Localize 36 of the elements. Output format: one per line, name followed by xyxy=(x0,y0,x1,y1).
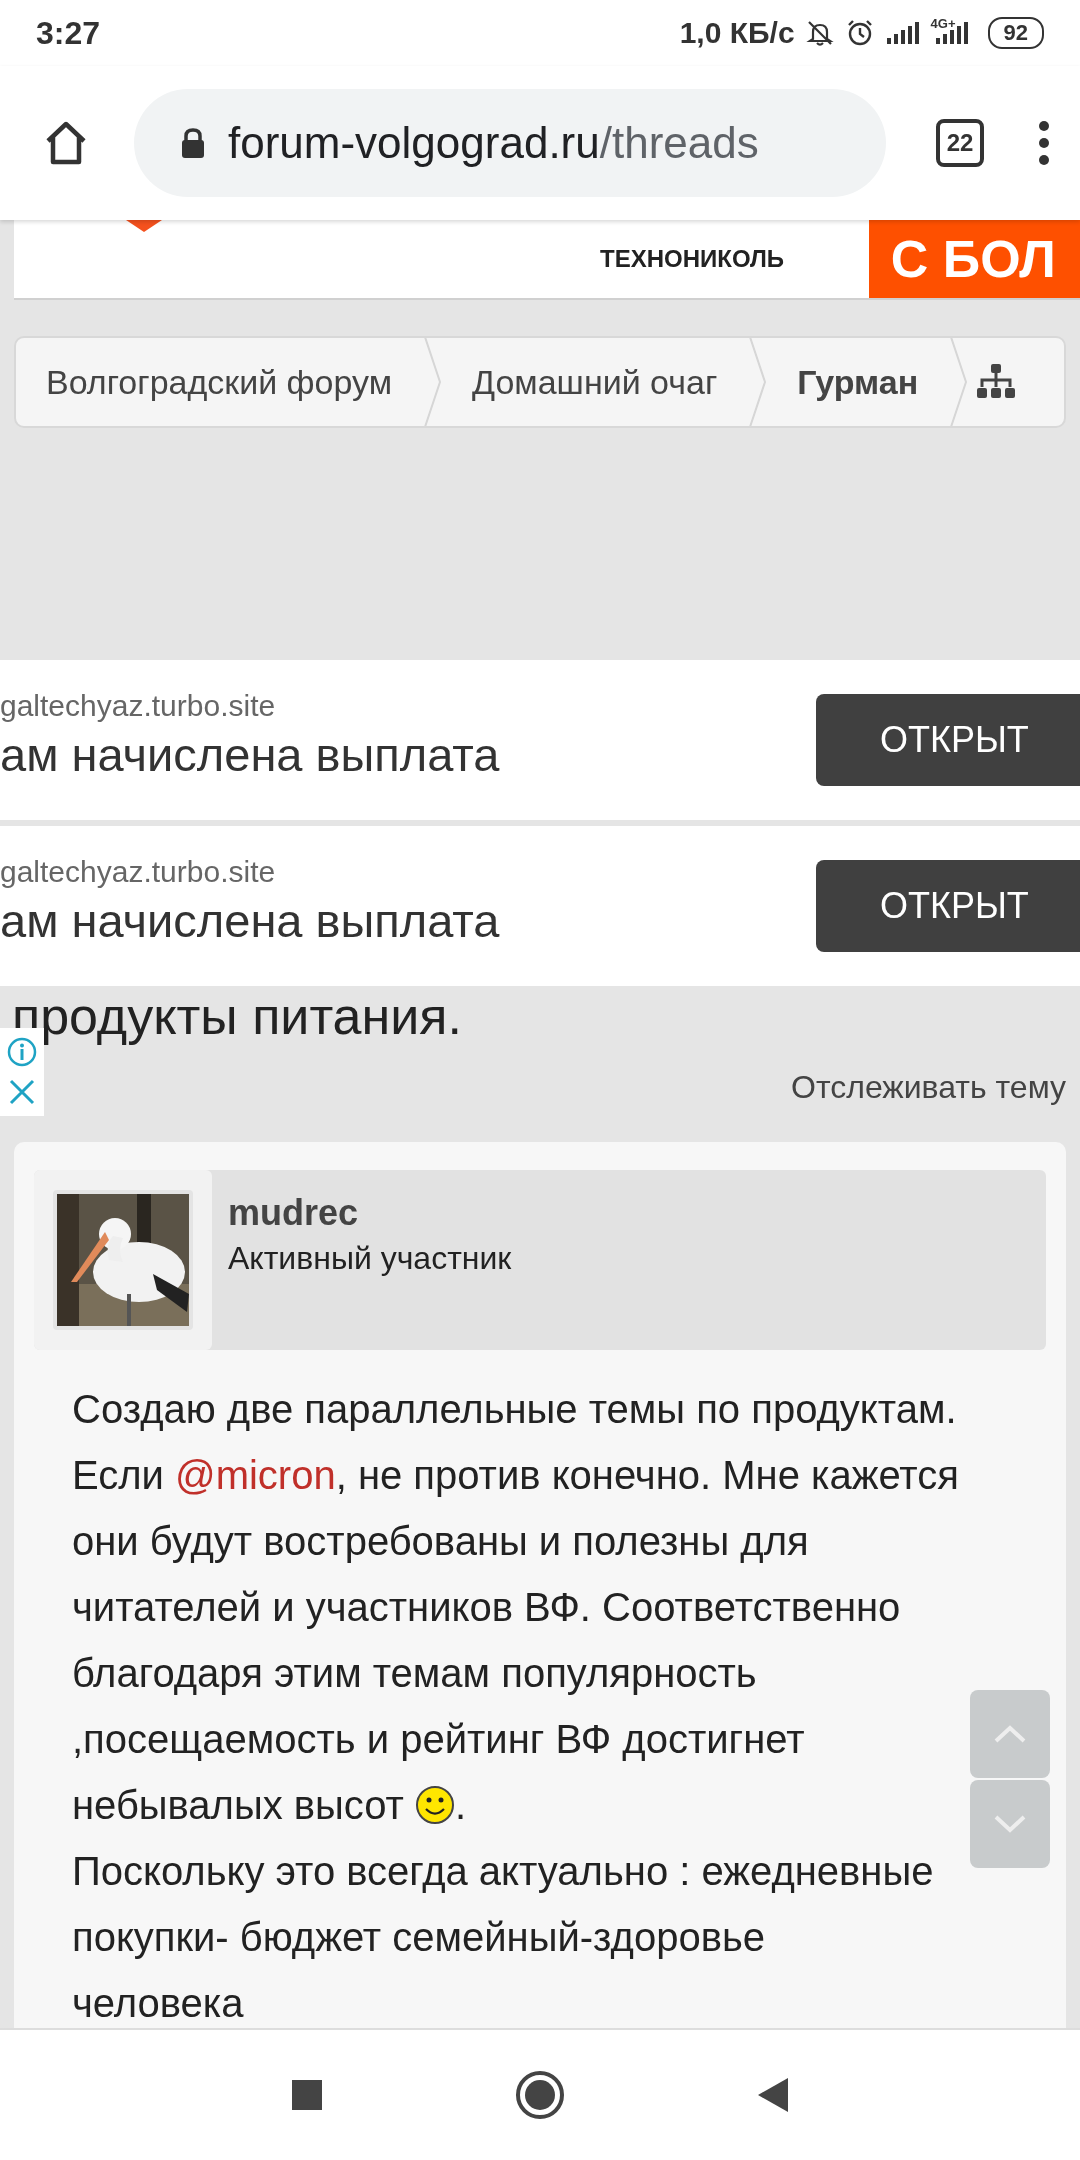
lock-icon xyxy=(180,127,206,159)
home-button-icon[interactable] xyxy=(514,2069,566,2121)
chevron-down-icon xyxy=(993,1814,1027,1834)
network-speed: 1,0 КБ/с xyxy=(679,16,795,50)
ad-brand: ТЕХНОНИКОЛЬ xyxy=(600,245,786,273)
ad-banner[interactable]: ТЕХНОНИКОЛЬ С БОЛ xyxy=(14,220,1080,300)
watch-thread-link[interactable]: Отслеживать тему xyxy=(791,1069,1066,1106)
ad-open-button[interactable]: ОТКРЫТ xyxy=(816,694,1080,786)
battery-level: 92 xyxy=(987,17,1044,49)
ad-headline: ам начислена выплата xyxy=(0,892,500,948)
chevron-up-icon xyxy=(993,1724,1027,1744)
tab-count-button[interactable]: 22 xyxy=(936,119,984,167)
recent-apps-icon[interactable] xyxy=(290,2078,324,2112)
url-text: forum-volgograd.ru/threads xyxy=(228,118,759,168)
signal-icon xyxy=(884,20,921,46)
smiley-icon xyxy=(415,1785,456,1825)
ad-banner[interactable]: galtechyaz.turbo.site ам начислена выплата ОТКРЫТ xyxy=(0,826,1080,986)
ad-headline: ам начислена выплата xyxy=(0,726,500,782)
status-time: 3:27 xyxy=(36,14,101,52)
breadcrumb-link[interactable]: Гурман xyxy=(767,362,951,402)
network-type: 4G+ xyxy=(930,15,956,31)
ad-domain: galtechyaz.turbo.site xyxy=(0,854,277,889)
sitemap-icon[interactable] xyxy=(976,363,1017,401)
ad-open-button[interactable]: ОТКРЫТ xyxy=(816,860,1080,952)
menu-icon[interactable] xyxy=(1036,119,1052,167)
user-title: Активный участник xyxy=(228,1240,512,1277)
ad-domain: galtechyaz.turbo.site xyxy=(0,688,277,723)
address-bar[interactable]: forum-volgograd.ru/threads xyxy=(134,89,886,197)
breadcrumb-link[interactable]: Волгоградский форум xyxy=(16,362,424,402)
back-icon[interactable] xyxy=(756,2076,790,2114)
breadcrumb-link[interactable]: Домашний очаг xyxy=(442,362,750,402)
mention-link[interactable]: @micron xyxy=(175,1453,336,1497)
thread-title: продукты питания. xyxy=(12,986,463,1046)
username[interactable]: mudrec xyxy=(228,1192,512,1234)
ad-banner[interactable]: galtechyaz.turbo.site ам начислена выплата ОТКРЫТ xyxy=(0,660,1080,820)
bell-muted-icon xyxy=(804,18,835,48)
